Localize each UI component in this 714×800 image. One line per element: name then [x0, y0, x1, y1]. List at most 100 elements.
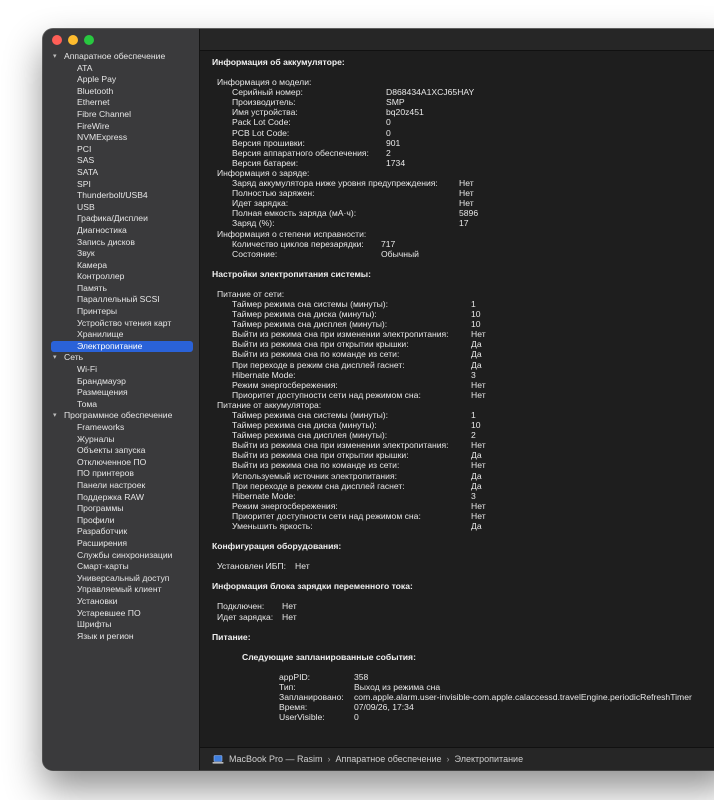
battery-power-row-label: Выйти из режима сна при открытии крышки: [232, 450, 409, 461]
sidebar-item[interactable]: Камера [43, 260, 199, 272]
ac-power-row-label: Таймер режима сна системы (минуты): [232, 298, 389, 309]
chevron-down-icon[interactable]: ▾ [53, 51, 57, 63]
sidebar-item[interactable]: Принтеры [43, 306, 199, 318]
ac-power-row: При переходе в режим сна дисплей гаснет:… [212, 360, 714, 370]
window-controls [52, 35, 94, 45]
battery-power-row: Hibernate Mode: 3 [212, 491, 714, 501]
battery-power-row: Таймер режима сна системы (минуты): 1 [212, 410, 714, 420]
model-info-row-label: Версия батареи: [232, 157, 299, 168]
sidebar-item[interactable]: Электропитание [51, 340, 193, 353]
sidebar-item[interactable]: Расширения [43, 538, 199, 550]
path-category[interactable]: Аппаратное обеспечение [336, 754, 442, 764]
model-info-row-label: Pack Lot Code: [232, 117, 291, 128]
sidebar-category-label: Программное обеспечение [64, 410, 173, 421]
sidebar-item[interactable]: NVMExpress [43, 132, 199, 144]
sidebar-item[interactable]: SATA [43, 167, 199, 179]
sidebar-item[interactable]: Объекты запуска [43, 445, 199, 457]
sidebar-item[interactable]: Смарт-карты [43, 561, 199, 573]
sidebar-category-label: Аппаратное обеспечение [64, 51, 166, 61]
sidebar-item[interactable]: Память [43, 283, 199, 295]
model-info-row-value: 1734 [386, 157, 406, 168]
model-info-header: Информация о модели: [217, 77, 312, 88]
minimize-window-button[interactable] [68, 35, 78, 45]
sidebar-item[interactable]: Thunderbolt/USB4 [43, 190, 199, 202]
path-computer[interactable]: MacBook Pro — Rasim [229, 754, 323, 764]
battery-power-row-value: 3 [471, 490, 476, 501]
sidebar-item[interactable]: Графика/Дисплеи [43, 213, 199, 225]
ac-power-row-value: Да [471, 349, 482, 360]
sidebar-item[interactable]: PCI [43, 144, 199, 156]
health-info-row: Количество циклов перезарядки: 717 [212, 239, 714, 249]
sidebar-item[interactable]: Тома [43, 399, 199, 411]
path-item[interactable]: Электропитание [455, 754, 524, 764]
sidebar-item[interactable]: Параллельный SCSI [43, 294, 199, 306]
sidebar-item[interactable]: Шрифты [43, 619, 199, 631]
sidebar-item[interactable]: Панели настроек [43, 480, 199, 492]
battery-power-row-label: Режим энергосбережения: [232, 500, 338, 511]
sidebar-item[interactable]: Bluetooth [43, 86, 199, 98]
sidebar-item[interactable]: ПО принтеров [43, 468, 199, 480]
health-info-row-value: 717 [381, 238, 396, 249]
battery-power-row: Используемый источник электропитания: Да [212, 471, 714, 481]
hardware-config-row-value: Нет [295, 561, 310, 572]
sidebar-item[interactable]: Управляемый клиент [43, 584, 199, 596]
sidebar-item[interactable]: Устаревшее ПО [43, 608, 199, 620]
sidebar-category[interactable]: ▾ Программное обеспечение [43, 410, 199, 422]
sidebar-item[interactable]: Ethernet [43, 97, 199, 109]
model-info-row-value: bq20z451 [386, 107, 424, 118]
sidebar-item[interactable]: Брандмауэр [43, 376, 199, 388]
sidebar-item[interactable]: Frameworks [43, 422, 199, 434]
sidebar-item[interactable]: Звук [43, 248, 199, 260]
close-window-button[interactable] [52, 35, 62, 45]
model-info-row-value: 901 [386, 137, 401, 148]
sidebar-category[interactable]: ▾ Аппаратное обеспечение [43, 51, 199, 63]
sidebar-item[interactable]: Запись дисков [43, 237, 199, 249]
sidebar-item[interactable]: SPI [43, 179, 199, 191]
sidebar-item[interactable]: Язык и регион [43, 631, 199, 643]
sidebar-item[interactable]: Программы [43, 503, 199, 515]
sidebar-item[interactable]: Универсальный доступ [43, 573, 199, 585]
model-info-row: Серийный номер: D868434A1XCJ65HAY [212, 87, 714, 97]
chevron-down-icon[interactable]: ▾ [53, 352, 57, 364]
sidebar-category[interactable]: ▾ Сеть [43, 352, 199, 364]
ac-power-row: Режим энергосбережения: Нет [212, 380, 714, 390]
battery-power-row-value: Нет [471, 500, 486, 511]
ac-power-row-label: Выйти из режима сна при открытии крышки: [232, 339, 409, 350]
sidebar-item[interactable]: SAS [43, 155, 199, 167]
sidebar-item[interactable]: Поддержка RAW [43, 492, 199, 504]
ac-power-row-label: Режим энергосбережения: [232, 379, 338, 390]
sidebar-item[interactable]: Устройство чтения карт [43, 318, 199, 330]
sidebar-item[interactable]: ATA [43, 63, 199, 75]
battery-power-row-value: 10 [471, 420, 481, 431]
sidebar-item[interactable]: Установки [43, 596, 199, 608]
sidebar-item[interactable]: Контроллер [43, 271, 199, 283]
sidebar-item[interactable]: Отключенное ПО [43, 457, 199, 469]
sidebar-item[interactable]: Apple Pay [43, 74, 199, 86]
sidebar-item[interactable]: Диагностика [43, 225, 199, 237]
sidebar-item[interactable]: Разработчик [43, 526, 199, 538]
ac-power-row-value: 1 [471, 298, 476, 309]
charge-info-row-label: Заряд (%): [232, 218, 275, 229]
chevron-down-icon[interactable]: ▾ [53, 410, 57, 422]
charge-info-row-value: Нет [459, 188, 474, 199]
ac-power-row-label: Выйти из режима сна при изменении электр… [232, 329, 449, 340]
sidebar-item[interactable]: USB [43, 202, 199, 214]
charge-info-row-value: Нет [459, 198, 474, 209]
sidebar-item[interactable]: FireWire [43, 121, 199, 133]
model-info-row-label: PCB Lot Code: [232, 127, 290, 138]
sidebar-item[interactable]: Профили [43, 515, 199, 527]
sidebar-item[interactable]: Размещения [43, 387, 199, 399]
sidebar-item[interactable]: Wi-Fi [43, 364, 199, 376]
sidebar-item[interactable]: Службы синхронизации [43, 550, 199, 562]
scheduled-event-row: UserVisible: 0 [212, 712, 714, 722]
battery-power-row-value: Да [471, 521, 482, 532]
ac-power-row-value: Нет [471, 379, 486, 390]
zoom-window-button[interactable] [84, 35, 94, 45]
sidebar-item[interactable]: Хранилище [43, 329, 199, 341]
sidebar-item[interactable]: Fibre Channel [43, 109, 199, 121]
battery-section-title: Информация об аккумуляторе: [212, 57, 345, 67]
charge-info-row: Полностью заряжен: Нет [212, 188, 714, 198]
sidebar-item[interactable]: Журналы [43, 434, 199, 446]
